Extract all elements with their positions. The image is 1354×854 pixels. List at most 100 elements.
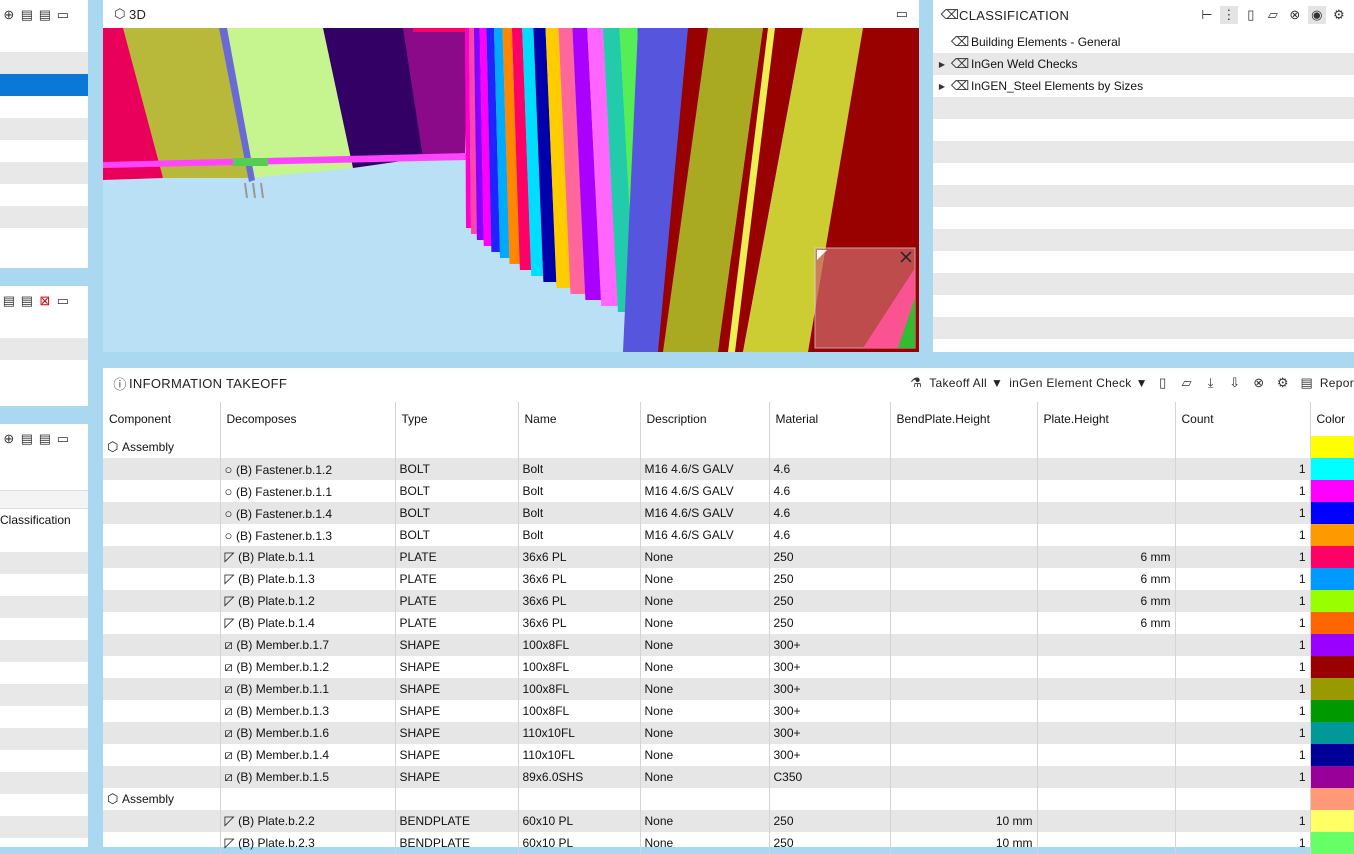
column-header-count[interactable]: Count xyxy=(1175,402,1311,436)
cell-component xyxy=(103,832,221,854)
settings-icon[interactable]: ⚙ xyxy=(1330,6,1348,24)
table-row[interactable]: ⧄ (B) Member.b.1.5 SHAPE 89x6.0SHS None C350… xyxy=(103,766,1354,788)
assembly-icon: ⬡ xyxy=(107,791,122,806)
table-row[interactable]: ○ (B) Fastener.b.1.2 BOLT Bolt M16 4.6/S GA… xyxy=(103,458,1354,480)
cell-decomposes: ○ (B) Fastener.b.1.3 xyxy=(220,524,396,546)
clipboard-icon[interactable]: ▤ xyxy=(18,6,36,24)
visibility-icon[interactable]: ◉ xyxy=(1308,6,1326,24)
maximize-icon[interactable]: ▭ xyxy=(893,5,911,23)
viewport-3d[interactable]: ⬡ 3D ▭ xyxy=(103,0,919,352)
list-item[interactable] xyxy=(0,360,88,382)
table-row[interactable]: ○ (B) Fastener.b.1.4 BOLT Bolt M16 4.6/S GA… xyxy=(103,502,1354,524)
list-item[interactable] xyxy=(0,162,88,184)
clipboard-icon[interactable]: ▤ xyxy=(18,292,36,310)
export-icon[interactable]: ⤓ xyxy=(1202,374,1220,392)
list-item[interactable] xyxy=(0,338,88,360)
list-item[interactable] xyxy=(0,530,88,552)
column-header-material[interactable]: Material xyxy=(769,402,891,436)
table-row[interactable]: ◸ (B) Plate.b.1.1 PLATE 36x6 PL None 250 6 mm… xyxy=(103,546,1354,568)
list-item[interactable] xyxy=(0,52,88,74)
maximize-icon[interactable]: ▭ xyxy=(54,292,72,310)
table-row[interactable]: ⧄ (B) Member.b.1.7 SHAPE 100x8FL None 300+ 1 xyxy=(103,634,1354,656)
list-item[interactable] xyxy=(0,794,88,816)
element-check-dropdown[interactable]: inGen Element Check ▼ xyxy=(1009,374,1148,392)
list-item[interactable] xyxy=(0,574,88,596)
table-row[interactable]: ⧄ (B) Member.b.1.6 SHAPE 110x10FL None 300+ 1 xyxy=(103,722,1354,744)
list-item[interactable] xyxy=(0,816,88,838)
column-header-description[interactable]: Description xyxy=(640,402,770,436)
open-folder-icon[interactable]: ▱ xyxy=(1178,374,1196,392)
table-row[interactable]: ⧄ (B) Member.b.1.1 SHAPE 100x8FL None 300+ 1 xyxy=(103,678,1354,700)
column-header-name[interactable]: Name xyxy=(518,402,641,436)
table-row[interactable]: ⧄ (B) Member.b.1.4 SHAPE 110x10FL None 300+ 1 xyxy=(103,744,1354,766)
new-file-icon[interactable]: ▯ xyxy=(1242,6,1260,24)
clipboard-icon[interactable]: ▤ xyxy=(0,292,18,310)
table-row[interactable]: ⧄ (B) Member.b.1.2 SHAPE 100x8FL None 300+ 1 xyxy=(103,656,1354,678)
table-row[interactable]: ⬡ Assembly xyxy=(103,788,1354,810)
list-item[interactable] xyxy=(0,30,88,52)
column-header-decomposes[interactable]: Decomposes xyxy=(220,402,396,436)
tree-item[interactable]: ▶ ⌫ InGen Weld Checks xyxy=(933,53,1354,75)
close-circle-icon[interactable]: ⊗ xyxy=(1250,374,1268,392)
list-item[interactable] xyxy=(0,118,88,140)
column-header-bendplate-height[interactable]: BendPlate.Height xyxy=(890,402,1038,436)
list-item[interactable] xyxy=(0,552,88,574)
table-row[interactable]: ◸ (B) Plate.b.1.2 PLATE 36x6 PL None 250 6 mm… xyxy=(103,590,1354,612)
settings-icon[interactable]: ⚙ xyxy=(1274,374,1292,392)
table-row[interactable]: ○ (B) Fastener.b.1.1 BOLT Bolt M16 4.6/S GA… xyxy=(103,480,1354,502)
add-icon[interactable]: ⊕ xyxy=(0,430,18,448)
list-item[interactable] xyxy=(0,596,88,618)
list-item[interactable] xyxy=(0,206,88,228)
list-item[interactable] xyxy=(0,728,88,750)
list-item[interactable] xyxy=(0,706,88,728)
open-folder-icon[interactable]: ▱ xyxy=(1264,6,1282,24)
close-circle-icon[interactable]: ⊗ xyxy=(1286,6,1304,24)
table-row[interactable]: ◸ (B) Plate.b.1.4 PLATE 36x6 PL None 250 6 mm… xyxy=(103,612,1354,634)
report-button[interactable]: ▤ Repor xyxy=(1298,374,1354,392)
list-item[interactable] xyxy=(0,618,88,640)
list-item[interactable] xyxy=(0,228,88,250)
list-item[interactable] xyxy=(0,640,88,662)
table-row[interactable]: ◸ (B) Plate.b.1.3 PLATE 36x6 PL None 250 6 mm… xyxy=(103,568,1354,590)
clipboard-remove-icon[interactable]: ▤ xyxy=(36,6,54,24)
tree-item[interactable]: ⌫ Building Elements - General xyxy=(933,31,1354,53)
tree-item[interactable]: ▶ ⌫ InGEN_Steel Elements by Sizes xyxy=(933,75,1354,97)
cell-color-swatch xyxy=(1310,436,1354,458)
scene-render[interactable] xyxy=(103,28,919,352)
table-row[interactable]: ◸ (B) Plate.b.2.3 BENDPLATE 60x10 PL None 25… xyxy=(103,832,1354,854)
expand-arrow-icon[interactable]: ▶ xyxy=(933,82,951,91)
maximize-icon[interactable]: ▭ xyxy=(54,6,72,24)
maximize-icon[interactable]: ▭ xyxy=(54,430,72,448)
add-icon[interactable]: ⊕ xyxy=(0,6,18,24)
clipboard-icon[interactable]: ▤ xyxy=(18,430,36,448)
table-row[interactable]: ⧄ (B) Member.b.1.3 SHAPE 100x8FL None 300+ 1 xyxy=(103,700,1354,722)
list-item[interactable] xyxy=(0,140,88,162)
list-item-selected[interactable] xyxy=(0,74,88,96)
new-file-icon[interactable]: ▯ xyxy=(1154,374,1172,392)
takeoff-all-dropdown[interactable]: ⚗ Takeoff All ▼ xyxy=(907,374,1003,392)
list-item[interactable] xyxy=(0,316,88,338)
delete-icon[interactable]: ⊠ xyxy=(36,292,54,310)
list-item[interactable] xyxy=(0,750,88,772)
left-panel-top-toolbar: ⊕ ▤ ▤ ▭ xyxy=(0,0,88,30)
clipboard-icon[interactable]: ▤ xyxy=(36,430,54,448)
column-header-color[interactable]: Color xyxy=(1310,402,1354,436)
list-item[interactable] xyxy=(0,662,88,684)
list-item[interactable] xyxy=(0,684,88,706)
column-header[interactable] xyxy=(0,490,88,508)
list-item[interactable] xyxy=(0,184,88,206)
table-row[interactable]: ○ (B) Fastener.b.1.3 BOLT Bolt M16 4.6/S GA… xyxy=(103,524,1354,546)
list-item[interactable] xyxy=(0,96,88,118)
cell-text: (B) Plate.b.1.1 xyxy=(238,550,315,564)
tree-icon[interactable]: ⋮ xyxy=(1220,6,1238,24)
column-header-type[interactable]: Type xyxy=(395,402,519,436)
table-row[interactable]: ◸ (B) Plate.b.2.2 BENDPLATE 60x10 PL None 25… xyxy=(103,810,1354,832)
column-header-component[interactable]: Component xyxy=(103,402,221,436)
list-item[interactable] xyxy=(0,772,88,794)
hierarchy-icon[interactable]: ⊢ xyxy=(1198,6,1216,24)
expand-arrow-icon[interactable]: ▶ xyxy=(933,60,951,69)
download-icon[interactable]: ⇩ xyxy=(1226,374,1244,392)
column-header-plate-height[interactable]: Plate.Height xyxy=(1037,402,1176,436)
table-row[interactable]: ⬡ Assembly xyxy=(103,436,1354,458)
classification-column-label[interactable]: Classification xyxy=(0,508,88,530)
